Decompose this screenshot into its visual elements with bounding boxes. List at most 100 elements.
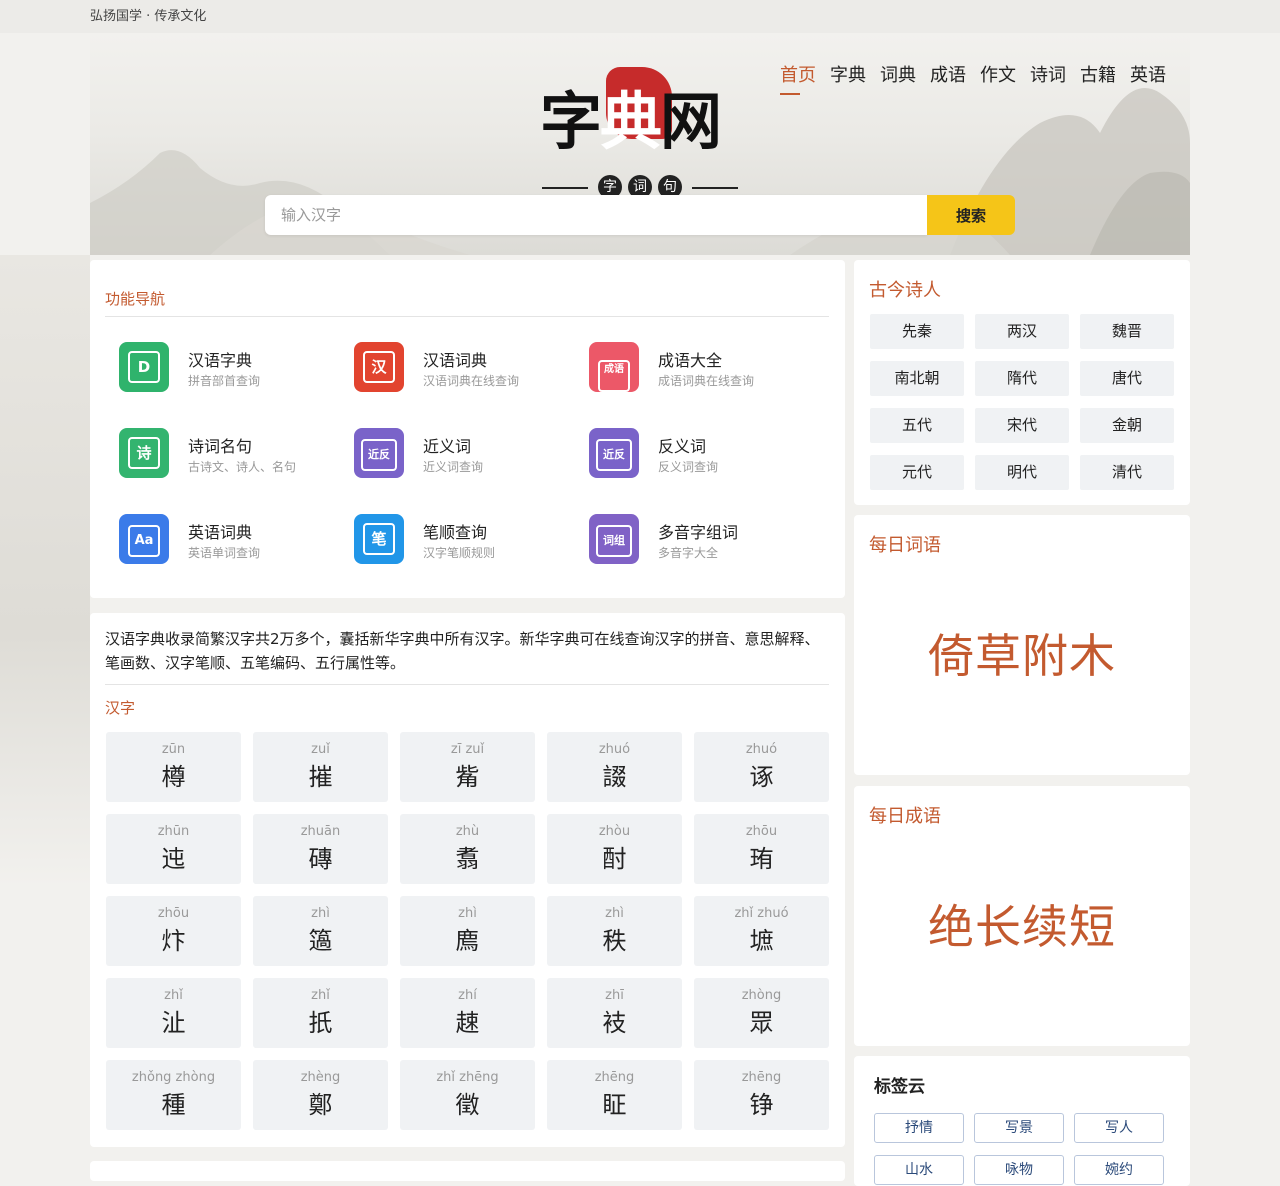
character-pinyin: zuǐ <box>311 742 330 757</box>
tool-shici[interactable]: 诗 诗词名句 古诗文、诗人、名句 <box>105 423 325 483</box>
tool-subtitle: 汉语词典在线查询 <box>423 374 520 388</box>
dynasty-item[interactable]: 五代 <box>870 408 964 443</box>
nav-zuowen[interactable]: 作文 <box>980 61 1016 95</box>
site-logo[interactable]: 字典网 字 词 句 <box>540 65 750 205</box>
dynasty-item[interactable]: 唐代 <box>1080 361 1174 396</box>
tag-item[interactable]: 抒情 <box>874 1113 964 1143</box>
character-card[interactable]: zhì 簻 <box>253 896 388 966</box>
character-grid: zūn 樽 zuǐ 摧 zī zuǐ 觜 zhuó 諁 zhuó 诼 zhūn 迍 zhuān 磚 zhù 翥… <box>106 732 829 1130</box>
search-button[interactable]: 搜索 <box>927 195 1015 235</box>
nav-guji[interactable]: 古籍 <box>1080 61 1116 95</box>
polyphone-icon: 词组 <box>589 514 639 564</box>
dynasty-item[interactable]: 明代 <box>975 455 1069 490</box>
character-card[interactable]: zhuó 諁 <box>547 732 682 802</box>
dynasty-item[interactable]: 先秦 <box>870 314 964 349</box>
character-pinyin: zhuó <box>598 742 631 757</box>
tool-subtitle: 拼音部首查询 <box>188 374 261 388</box>
background-painting <box>0 255 90 887</box>
tag-item[interactable]: 写人 <box>1074 1113 1164 1143</box>
daily-word[interactable]: 倚草附木 <box>854 620 1190 686</box>
daily-idiom[interactable]: 绝长续短 <box>854 891 1190 957</box>
character-card[interactable]: zhī 衼 <box>547 978 682 1048</box>
character-card[interactable]: zuǐ 摧 <box>253 732 388 802</box>
character-card[interactable]: zhǐ zhēng 徵 <box>400 1060 535 1130</box>
logo-line-right <box>692 187 738 189</box>
tag-item[interactable]: 婉约 <box>1074 1155 1164 1185</box>
character-card[interactable]: zhǐ zhuó 墌 <box>694 896 829 966</box>
character-card[interactable]: zī zuǐ 觜 <box>400 732 535 802</box>
dynasty-item[interactable]: 南北朝 <box>870 361 964 396</box>
character-glyph: 迍 <box>161 845 186 873</box>
nav-zidian[interactable]: 字典 <box>830 61 866 95</box>
character-card[interactable]: zhòng 眾 <box>694 978 829 1048</box>
character-card[interactable]: zhù 翥 <box>400 814 535 884</box>
tool-subtitle: 汉字笔顺规则 <box>423 546 496 560</box>
tag-item[interactable]: 山水 <box>874 1155 964 1185</box>
character-card[interactable]: zhǐ 扺 <box>253 978 388 1048</box>
dynasty-item[interactable]: 宋代 <box>975 408 1069 443</box>
nav-yingyu[interactable]: 英语 <box>1130 61 1166 95</box>
tool-subtitle: 成语词典在线查询 <box>658 374 755 388</box>
tool-bishun[interactable]: 笔 笔顺查询 汉字笔顺规则 <box>340 509 560 569</box>
character-card[interactable]: zhūn 迍 <box>106 814 241 884</box>
tool-duoyinzi[interactable]: 词组 多音字组词 多音字大全 <box>575 509 795 569</box>
character-pinyin: zhì <box>311 906 330 921</box>
dynasty-item[interactable]: 清代 <box>1080 455 1174 490</box>
character-pinyin: zhèng <box>300 1070 341 1085</box>
dynasty-item[interactable]: 魏晋 <box>1080 314 1174 349</box>
dynasty-item[interactable]: 隋代 <box>975 361 1069 396</box>
character-card[interactable]: zhēng 眐 <box>547 1060 682 1130</box>
tag-cloud-title: 标签云 <box>874 1077 925 1097</box>
tool-title: 汉语字典 <box>188 351 253 370</box>
tool-hanyu-zidian[interactable]: D 汉语字典 拼音部首查询 <box>105 337 325 397</box>
character-glyph: 酎 <box>602 845 627 873</box>
poets-panel: 古今诗人 先秦 两汉 魏晋 南北朝 隋代 唐代 五代 宋代 金朝 元代 明代 清代 <box>854 260 1190 505</box>
character-pinyin: zhǐ <box>311 988 330 1003</box>
character-card[interactable]: zhí 趚 <box>400 978 535 1048</box>
character-glyph: 廌 <box>455 927 480 955</box>
character-pinyin: zhēng <box>741 1070 782 1085</box>
nav-shici[interactable]: 诗词 <box>1030 61 1066 95</box>
nav-chengyu[interactable]: 成语 <box>930 61 966 95</box>
search-bar: 搜索 <box>265 195 1015 235</box>
dynasty-item[interactable]: 金朝 <box>1080 408 1174 443</box>
tool-jinyici[interactable]: 近反 近义词 近义词查询 <box>340 423 560 483</box>
character-card[interactable]: zhǐ 沚 <box>106 978 241 1048</box>
character-glyph: 秩 <box>602 927 627 955</box>
character-card[interactable]: zhì 廌 <box>400 896 535 966</box>
character-card[interactable]: zhòu 酎 <box>547 814 682 884</box>
character-pinyin: zhǐ zhuó <box>734 906 789 921</box>
character-card[interactable]: zhōu 珛 <box>694 814 829 884</box>
tool-title: 反义词 <box>658 437 707 456</box>
character-glyph: 炞 <box>161 927 186 955</box>
dynasty-item[interactable]: 元代 <box>870 455 964 490</box>
character-glyph: 翥 <box>455 845 480 873</box>
dynasty-item[interactable]: 两汉 <box>975 314 1069 349</box>
nav-home[interactable]: 首页 <box>780 61 816 95</box>
idiom-icon: 成语 <box>589 342 639 392</box>
character-card[interactable]: zhōu 炞 <box>106 896 241 966</box>
tool-hanyu-cidian[interactable]: 汉 汉语词典 汉语词典在线查询 <box>340 337 560 397</box>
character-pinyin: zī zuǐ <box>450 742 485 757</box>
character-pinyin: zūn <box>161 742 186 757</box>
character-card[interactable]: zhǒng zhòng 種 <box>106 1060 241 1130</box>
characters-panel: 汉语字典收录简繁汉字共2万多个，囊括新华字典中所有汉字。新华字典可在线查询汉字的… <box>90 613 845 1147</box>
tool-chengyu[interactable]: 成语 成语大全 成语词典在线查询 <box>575 337 795 397</box>
character-glyph: 磚 <box>308 845 333 873</box>
tool-fanyici[interactable]: 近反 反义词 反义词查询 <box>575 423 795 483</box>
tool-subtitle: 近义词查询 <box>423 460 484 474</box>
tag-item[interactable]: 咏物 <box>974 1155 1064 1185</box>
search-input[interactable] <box>265 195 927 235</box>
character-card[interactable]: zhuó 诼 <box>694 732 829 802</box>
tag-cloud: 抒情 写景 写人山水 咏物 婉约 <box>874 1113 1164 1185</box>
character-card[interactable]: zhēng 铮 <box>694 1060 829 1130</box>
character-pinyin: zhuó <box>745 742 778 757</box>
character-card[interactable]: zhèng 鄭 <box>253 1060 388 1130</box>
character-card[interactable]: zhì 秩 <box>547 896 682 966</box>
tool-yingyu[interactable]: Aa 英语词典 英语单词查询 <box>105 509 325 569</box>
tag-item[interactable]: 写景 <box>974 1113 1064 1143</box>
character-card[interactable]: zūn 樽 <box>106 732 241 802</box>
character-glyph: 珛 <box>749 845 774 873</box>
character-card[interactable]: zhuān 磚 <box>253 814 388 884</box>
nav-cidian[interactable]: 词典 <box>880 61 916 95</box>
